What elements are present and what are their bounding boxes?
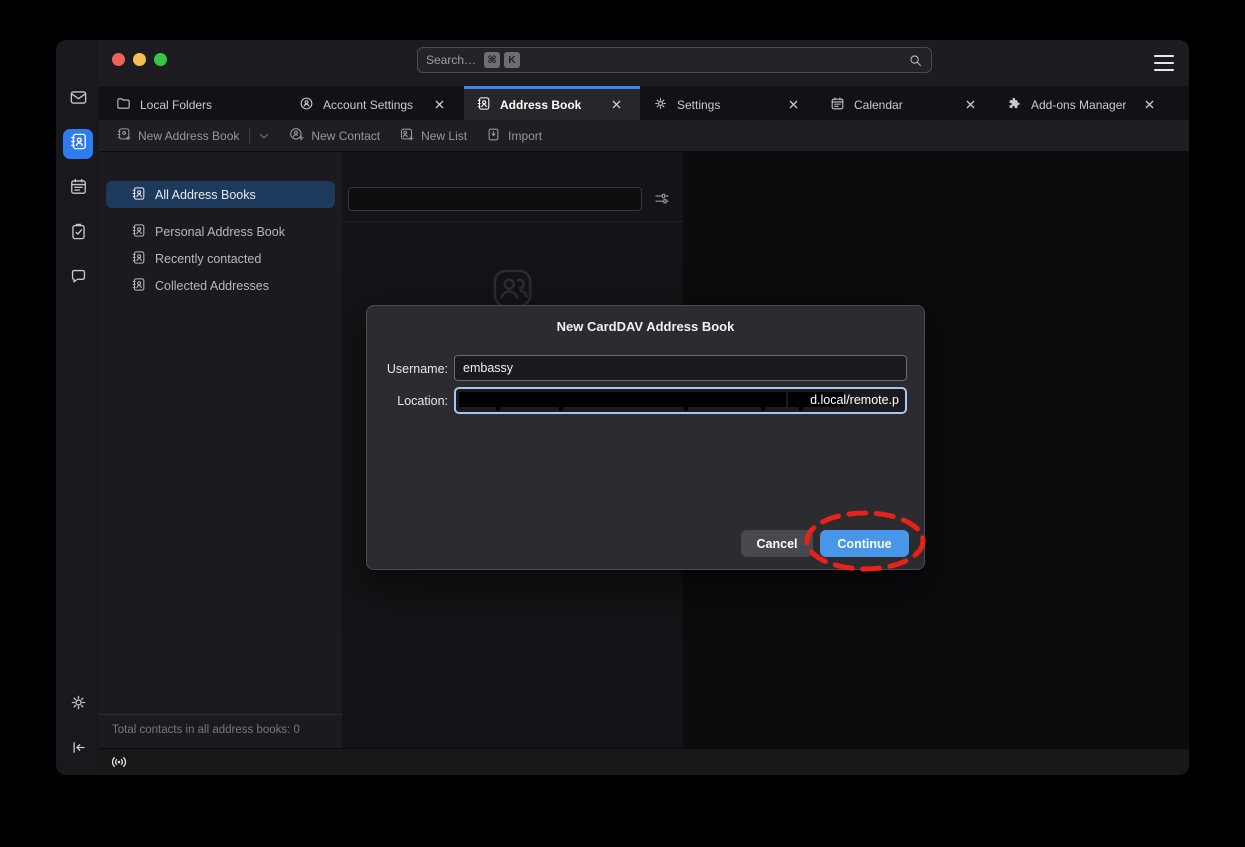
chat-space-button[interactable]: [63, 264, 93, 294]
broadcast-icon[interactable]: [110, 754, 128, 770]
dialog-title: New CardDAV Address Book: [367, 319, 924, 334]
location-field[interactable]: d.local/remote.p: [454, 387, 907, 414]
sidebar-item-label: All Address Books: [155, 188, 256, 202]
calendar-icon: [830, 96, 854, 114]
search-placeholder: Search…: [426, 53, 476, 67]
status-bar: [99, 748, 1189, 775]
tab-calendar[interactable]: Calendar: [818, 86, 994, 120]
import-button[interactable]: Import: [486, 127, 542, 145]
tab-label: Settings: [677, 98, 720, 112]
address-book-icon: [131, 186, 155, 204]
tasks-icon: [69, 222, 88, 246]
search-icon: [908, 53, 923, 68]
toolbar-label: New List: [421, 129, 467, 143]
address-book-icon: [131, 277, 155, 295]
tasks-space-button[interactable]: [63, 219, 93, 249]
tab-close-button[interactable]: [966, 96, 984, 114]
toolbar-label: Import: [508, 129, 542, 143]
thunderbird-window: Search… ⌘ K Local Folders Account Settin…: [56, 40, 1189, 775]
sidebar-item-label: Personal Address Book: [155, 225, 285, 239]
command-key-badge: ⌘: [484, 52, 500, 68]
new-contact-button[interactable]: New Contact: [289, 127, 380, 145]
calendar-icon: [69, 177, 88, 201]
calendar-space-button[interactable]: [63, 174, 93, 204]
sidebar-item-label: Recently contacted: [155, 252, 261, 266]
sidebar-item-recently-contacted[interactable]: Recently contacted: [99, 245, 342, 272]
tab-address-book[interactable]: Address Book: [464, 86, 640, 120]
folder-icon: [116, 96, 140, 114]
tab-label: Local Folders: [140, 98, 212, 112]
new-list-button[interactable]: New List: [399, 127, 467, 145]
import-icon: [486, 127, 508, 145]
collapse-spaces-button[interactable]: [63, 735, 93, 765]
toolbar-label: New Contact: [311, 129, 380, 143]
address-book-icon: [131, 250, 155, 268]
tab-bar: Local Folders Account Settings Address B…: [99, 86, 1189, 120]
tab-label: Account Settings: [323, 98, 413, 112]
tab-close-button[interactable]: [1145, 96, 1163, 114]
continue-button[interactable]: Continue: [820, 530, 909, 557]
global-search-input[interactable]: Search… ⌘ K: [417, 47, 932, 73]
location-label: Location:: [367, 394, 448, 408]
redaction-gap: [786, 392, 788, 407]
sidebar-item-personal-address-book[interactable]: Personal Address Book: [99, 218, 342, 245]
tab-close-button[interactable]: [612, 96, 630, 114]
toolbar-separator: [249, 128, 250, 144]
cancel-button[interactable]: Cancel: [741, 530, 813, 557]
location-visible-text: d.local/remote.p: [810, 393, 899, 407]
contacts-search-input[interactable]: [348, 187, 642, 211]
tab-settings[interactable]: Settings: [641, 86, 817, 120]
sidebar-item-collected-addresses[interactable]: Collected Addresses: [99, 272, 342, 299]
app-menu-button[interactable]: [1154, 55, 1174, 71]
list-plus-icon: [399, 127, 421, 145]
sidebar-item-label: Collected Addresses: [155, 279, 269, 293]
gear-icon: [653, 96, 677, 114]
mail-space-button[interactable]: [63, 85, 93, 115]
spaces-toolbar: [56, 40, 99, 775]
tab-addons-manager[interactable]: Add-ons Manager: [995, 86, 1173, 120]
zoom-window-button[interactable]: [154, 53, 167, 66]
username-label: Username:: [367, 362, 448, 376]
person-plus-icon: [289, 127, 311, 145]
chevron-down-icon[interactable]: [258, 130, 270, 142]
new-carddav-dialog: New CardDAV Address Book Username: Locat…: [366, 305, 925, 570]
address-book-toolbar: New Address Book New Contact New List Im…: [99, 120, 1189, 152]
gear-icon: [69, 693, 88, 717]
chat-icon: [69, 267, 88, 291]
desktop-background: Search… ⌘ K Local Folders Account Settin…: [0, 0, 1245, 847]
address-book-icon: [131, 223, 155, 241]
address-book-icon: [476, 96, 500, 114]
tab-close-button[interactable]: [789, 96, 807, 114]
tab-account-settings[interactable]: Account Settings: [287, 86, 463, 120]
address-books-sidebar: All Address Books Personal Address Book …: [99, 152, 342, 748]
address-book-icon: [69, 132, 88, 156]
minimize-window-button[interactable]: [133, 53, 146, 66]
tab-label: Calendar: [854, 98, 903, 112]
account-badge-icon: [299, 96, 323, 114]
new-address-book-button[interactable]: New Address Book: [116, 127, 239, 145]
titlebar: Search… ⌘ K: [99, 40, 1189, 86]
pane-divider: [342, 221, 683, 222]
tab-close-button[interactable]: [435, 96, 453, 114]
tab-label: Add-ons Manager: [1031, 98, 1126, 112]
window-controls: [112, 53, 167, 66]
close-window-button[interactable]: [112, 53, 125, 66]
k-key-badge: K: [504, 52, 520, 68]
tab-label: Address Book: [500, 98, 581, 112]
toolbar-label: New Address Book: [138, 129, 239, 143]
username-field[interactable]: [454, 355, 907, 381]
mail-icon: [69, 88, 88, 112]
puzzle-icon: [1007, 96, 1031, 114]
display-options-icon[interactable]: [653, 190, 671, 208]
address-book-space-button[interactable]: [63, 129, 93, 159]
collapse-left-icon: [69, 738, 88, 762]
sidebar-item-all-address-books[interactable]: All Address Books: [106, 181, 335, 208]
tab-local-folders[interactable]: Local Folders: [104, 86, 286, 120]
address-book-plus-icon: [116, 127, 138, 145]
spaces-settings-button[interactable]: [63, 690, 93, 720]
total-contacts-status: Total contacts in all address books: 0: [99, 714, 342, 748]
